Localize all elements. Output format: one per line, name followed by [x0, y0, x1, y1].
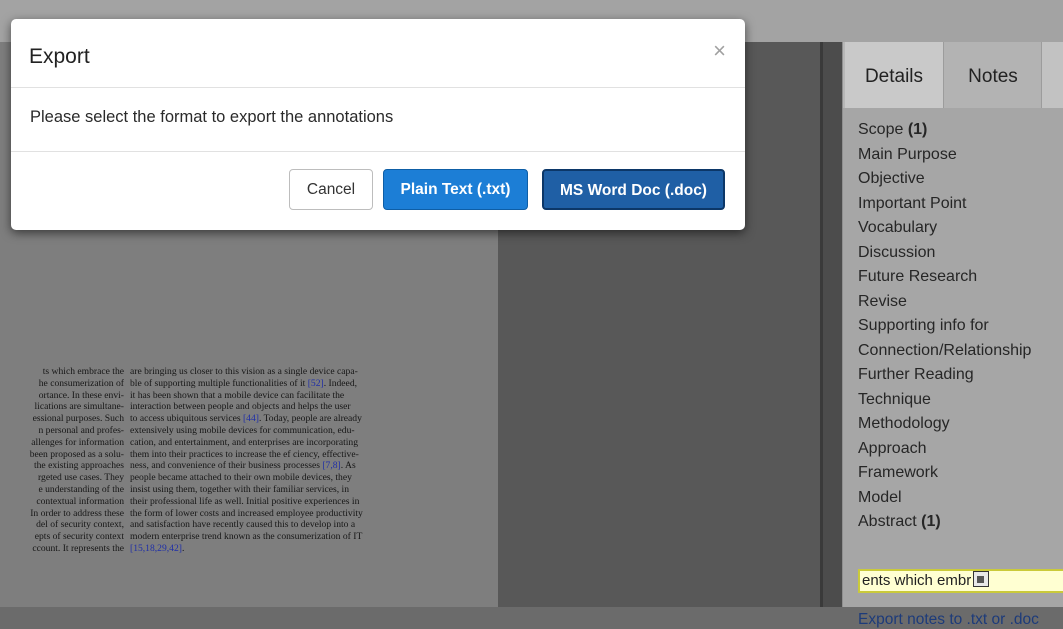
document-text-line: [15,18,29,42].: [130, 542, 185, 554]
note-category-label: Scope: [858, 121, 904, 138]
note-category-item[interactable]: Objective: [858, 167, 1063, 192]
note-category-label: Methodology: [858, 415, 950, 432]
note-text-value: ents which embr: [862, 572, 972, 589]
document-text-line: insist using them, together with their f…: [130, 483, 350, 495]
note-category-item[interactable]: Methodology: [858, 412, 1063, 437]
note-category-label: Important Point: [858, 194, 967, 212]
document-text-line: essional purposes. Such: [32, 413, 124, 425]
citation-reference[interactable]: [44]: [243, 413, 259, 424]
document-text-line: their professional life as well. Initial…: [130, 495, 360, 507]
document-text-line: it has been shown that a mobile device c…: [130, 389, 345, 401]
panel-splitter[interactable]: [820, 42, 842, 607]
document-text-line: epts of security context: [34, 531, 124, 543]
document-text-line: to access ubiquitous services [44]. Toda…: [130, 413, 362, 425]
document-text-line: rgeted use cases. They: [38, 472, 124, 484]
citation-reference[interactable]: [15,18,29,42]: [130, 543, 182, 554]
tab-more[interactable]: [1041, 42, 1063, 108]
dialog-footer-divider: [11, 151, 745, 152]
document-text-line: interaction between people and objects a…: [130, 401, 351, 413]
document-text-line: ccount. It represents the: [32, 542, 124, 554]
citation-reference[interactable]: [52]: [308, 378, 324, 389]
document-text-line: them into their practices to increase th…: [130, 448, 359, 460]
note-category-item[interactable]: Abstract (1): [858, 510, 1063, 535]
note-category-label: Further Reading: [858, 366, 974, 383]
dialog-message: Please select the format to export the a…: [30, 108, 394, 126]
note-category-label: Supporting info for: [858, 317, 989, 334]
export-doc-button[interactable]: MS Word Doc (.doc): [542, 169, 725, 210]
document-text-line: n personal and profes-: [38, 424, 124, 436]
note-category-item[interactable]: Approach: [858, 437, 1063, 462]
document-text-line: are bringing us closer to this vision as…: [130, 366, 358, 377]
note-category-label: Technique: [858, 390, 931, 408]
tab-details[interactable]: Details: [845, 42, 943, 108]
export-txt-button[interactable]: Plain Text (.txt): [383, 169, 528, 210]
dialog-header-divider: [11, 87, 745, 88]
notes-category-list: Scope (1) Main Purpose Objective Important …: [858, 118, 1063, 535]
note-category-label: Main Purpose: [858, 145, 957, 163]
export-notes-link[interactable]: Export notes to .txt or .doc: [858, 611, 1039, 629]
note-category-label: Approach: [858, 439, 927, 457]
document-text-line: modern enterprise trend known as the con…: [130, 531, 363, 543]
document-text-line: allenges for information: [31, 436, 124, 448]
note-category-label: Objective: [858, 170, 925, 187]
document-left-column: ts which embrace the he consumerization o…: [6, 366, 124, 555]
note-category-label: Vocabulary: [858, 219, 938, 236]
clipboard-paste-icon[interactable]: [973, 571, 990, 587]
note-category-item[interactable]: Scope (1): [858, 118, 1063, 143]
note-text-field[interactable]: ents which embr: [858, 569, 1063, 593]
note-category-item[interactable]: Important Point: [858, 192, 1063, 217]
document-text-line: lications are simultane-: [34, 401, 124, 413]
document-text-line: e understanding of the: [38, 483, 124, 495]
document-text-line: In order to address these: [30, 507, 124, 519]
note-category-label: Abstract: [858, 513, 917, 530]
note-category-label: Model: [858, 488, 902, 506]
document-text-line: the form of lower costs and increased em…: [130, 507, 363, 519]
document-text-line: the existing approaches: [33, 460, 124, 472]
annotation-panel: Details Notes Scope (1) Main Purpose Objec…: [842, 42, 1063, 628]
note-category-item[interactable]: Vocabulary: [858, 216, 1063, 241]
note-category-label: Revise: [858, 292, 907, 310]
note-category-label: Framework: [858, 464, 939, 481]
note-category-label: Connection/Relationship: [858, 341, 1032, 359]
cancel-button[interactable]: Cancel: [289, 169, 373, 210]
document-text-line: he consumerization of: [38, 377, 124, 389]
document-text-line: and satisfaction have recently caused th…: [130, 519, 356, 531]
document-text-line: ble of supporting multiple functionaliti…: [130, 377, 358, 389]
note-category-count: (1): [907, 121, 928, 138]
note-category-item[interactable]: Discussion: [858, 241, 1063, 266]
document-text-line: people became attached to their own mobi…: [130, 472, 352, 484]
document-text-line: del of security context,: [36, 519, 124, 531]
document-text-line: contextual information: [36, 495, 124, 507]
document-text-line: ts which embrace the: [42, 366, 124, 377]
note-category-item[interactable]: Main Purpose: [858, 143, 1063, 168]
document-text-line: cation, and entertainment, and enterpris…: [130, 436, 359, 448]
close-icon[interactable]: ×: [713, 40, 726, 62]
note-category-item[interactable]: Future Research: [858, 265, 1063, 290]
note-category-label: Discussion: [858, 243, 936, 261]
note-category-item[interactable]: Revise: [858, 290, 1063, 315]
export-dialog: Export × Please select the format to exp…: [11, 19, 745, 230]
note-category-item[interactable]: Technique: [858, 388, 1063, 413]
note-category-label: Future Research: [858, 268, 978, 285]
note-category-item[interactable]: Connection/Relationship: [858, 339, 1063, 364]
document-text-line: ortance. In these envi-: [38, 389, 124, 401]
document-text-line: extensively using mobile devices for com…: [130, 424, 355, 436]
document-right-column: are bringing us closer to this vision as…: [130, 366, 430, 555]
note-category-count: (1): [921, 513, 941, 530]
panel-tabs: Details Notes: [843, 42, 1063, 108]
note-category-item[interactable]: Framework: [858, 461, 1063, 486]
note-category-item[interactable]: Supporting info for: [858, 314, 1063, 339]
note-category-item[interactable]: Further Reading: [858, 363, 1063, 388]
document-text-line: ness, and convenience of their business …: [130, 460, 356, 472]
note-category-item[interactable]: Model: [858, 486, 1063, 511]
document-text-line: been proposed as a solu-: [29, 448, 124, 460]
tab-notes[interactable]: Notes: [943, 42, 1042, 108]
dialog-title: Export: [29, 45, 90, 68]
citation-reference[interactable]: [7,8]: [322, 460, 340, 471]
